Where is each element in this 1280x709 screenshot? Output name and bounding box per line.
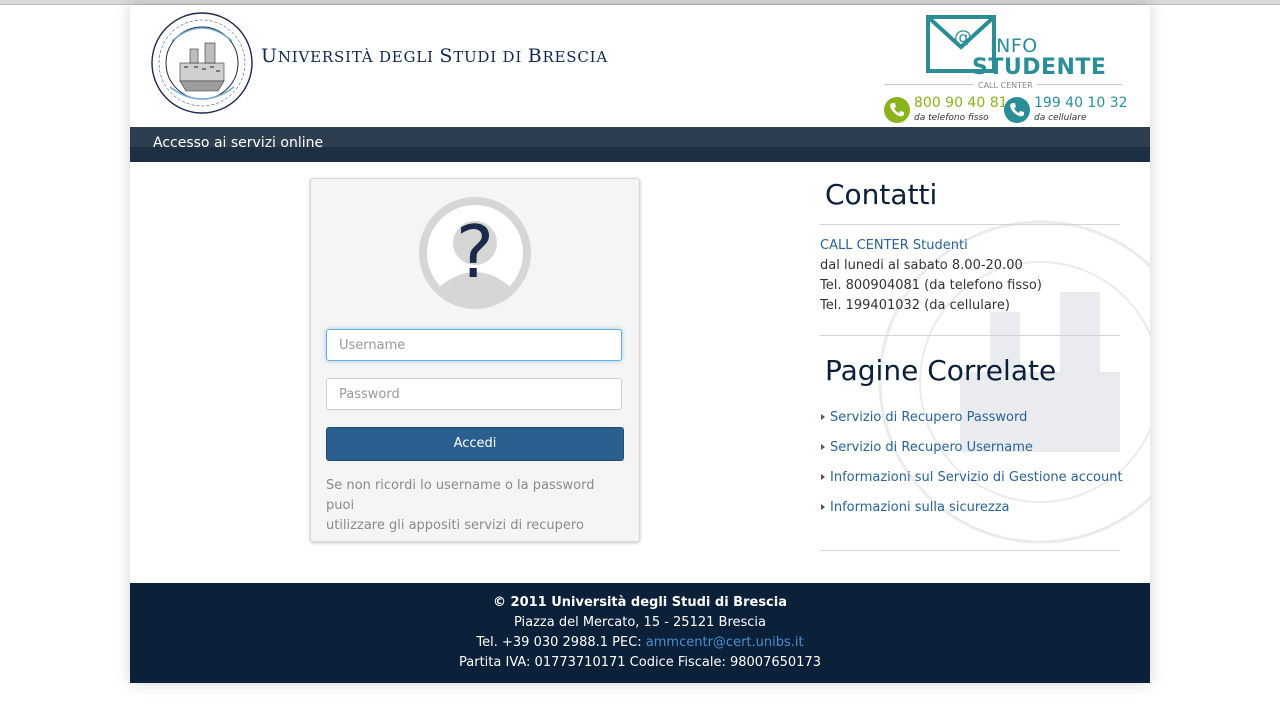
related-links-list: Servizio di Recupero Password Servizio d… [820,410,1123,530]
call-center-link[interactable]: CALL CENTER Studenti [820,236,1042,256]
info-studente-callcenter[interactable]: @ INFO STUDENTE CALL CENTER 800 90 40 81… [882,11,1128,123]
phone-mobile-number: 199 40 10 32 [1034,95,1128,111]
nav-title[interactable]: Accesso ai servizi online [153,135,323,151]
sidebar: Contatti CALL CENTER Studenti dal lunedi… [820,162,1123,562]
opening-hours: dal lunedi al sabato 8.00-20.00 [820,258,1023,273]
link-gestione-account[interactable]: Informazioni sul Servizio di Gestione ac… [820,470,1123,500]
link-sicurezza[interactable]: Informazioni sulla sicurezza [820,500,1123,530]
address: Piazza del Mercato, 15 - 25121 Brescia [513,615,767,630]
recovery-hint: Se non ricordi lo username o la password… [326,476,626,536]
divider [820,224,1120,225]
phone-mobile-text: Tel. 199401032 (da cellulare) [820,298,1010,313]
hint-line: utilizzare gli appositi servizi di recup… [326,518,584,533]
phone-fixed-number: 800 90 40 81 [914,95,1008,111]
main-content: ? Accedi Se non ricordi lo username o la… [130,162,1150,583]
login-button[interactable]: Accedi [326,427,624,461]
phone-icon [1004,97,1030,123]
contatti-heading: Contatti [825,178,938,211]
contact-line: Tel. +39 030 2988.1 PEC: ammcentr@cert.u… [130,633,1150,653]
page-container: UNIVERSITÀ DEGLI STUDI DI BRESCIA @ INFO… [130,5,1150,683]
svg-text:@: @ [954,27,972,48]
vat-fiscal-code: Partita IVA: 01773710171 Codice Fiscale:… [459,655,821,670]
login-panel: ? Accedi Se non ricordi lo username o la… [310,178,640,542]
call-center-label: CALL CENTER [974,81,1037,90]
pagine-correlate-heading: Pagine Correlate [825,354,1057,387]
site-footer: © 2011 Università degli Studi di Brescia… [130,583,1150,683]
copyright: © 2011 Università degli Studi di Brescia [493,595,787,610]
svg-text:?: ? [456,210,494,294]
username-input[interactable] [326,329,622,361]
phone-fixed-label: da telefono fisso [914,113,989,123]
phone-mobile-label: da cellulare [1034,113,1087,123]
contact-info: CALL CENTER Studenti dal lunedi al sabat… [820,236,1042,316]
phone-icon [884,97,910,123]
divider [820,335,1120,336]
phone-fixed-text: Tel. 800904081 (da telefono fisso) [820,278,1042,293]
link-recupero-username[interactable]: Servizio di Recupero Username [820,440,1123,470]
divider [820,550,1120,551]
hint-line: Se non ricordi lo username o la password… [326,478,595,513]
link-recupero-password[interactable]: Servizio di Recupero Password [820,410,1123,440]
password-input[interactable] [326,378,622,410]
university-seal-logo[interactable] [150,11,254,115]
site-header: UNIVERSITÀ DEGLI STUDI DI BRESCIA @ INFO… [130,5,1150,127]
nav-bar: Accesso ai servizi online [130,127,1150,162]
unknown-user-icon: ? [419,197,531,309]
university-name: UNIVERSITÀ DEGLI STUDI DI BRESCIA [261,45,609,67]
pec-email-link[interactable]: ammcentr@cert.unibs.it [646,635,804,650]
phone-pec-label: Tel. +39 030 2988.1 PEC: [476,635,646,650]
info-word: INFO [990,35,1038,57]
studente-word: STUDENTE [972,55,1107,80]
